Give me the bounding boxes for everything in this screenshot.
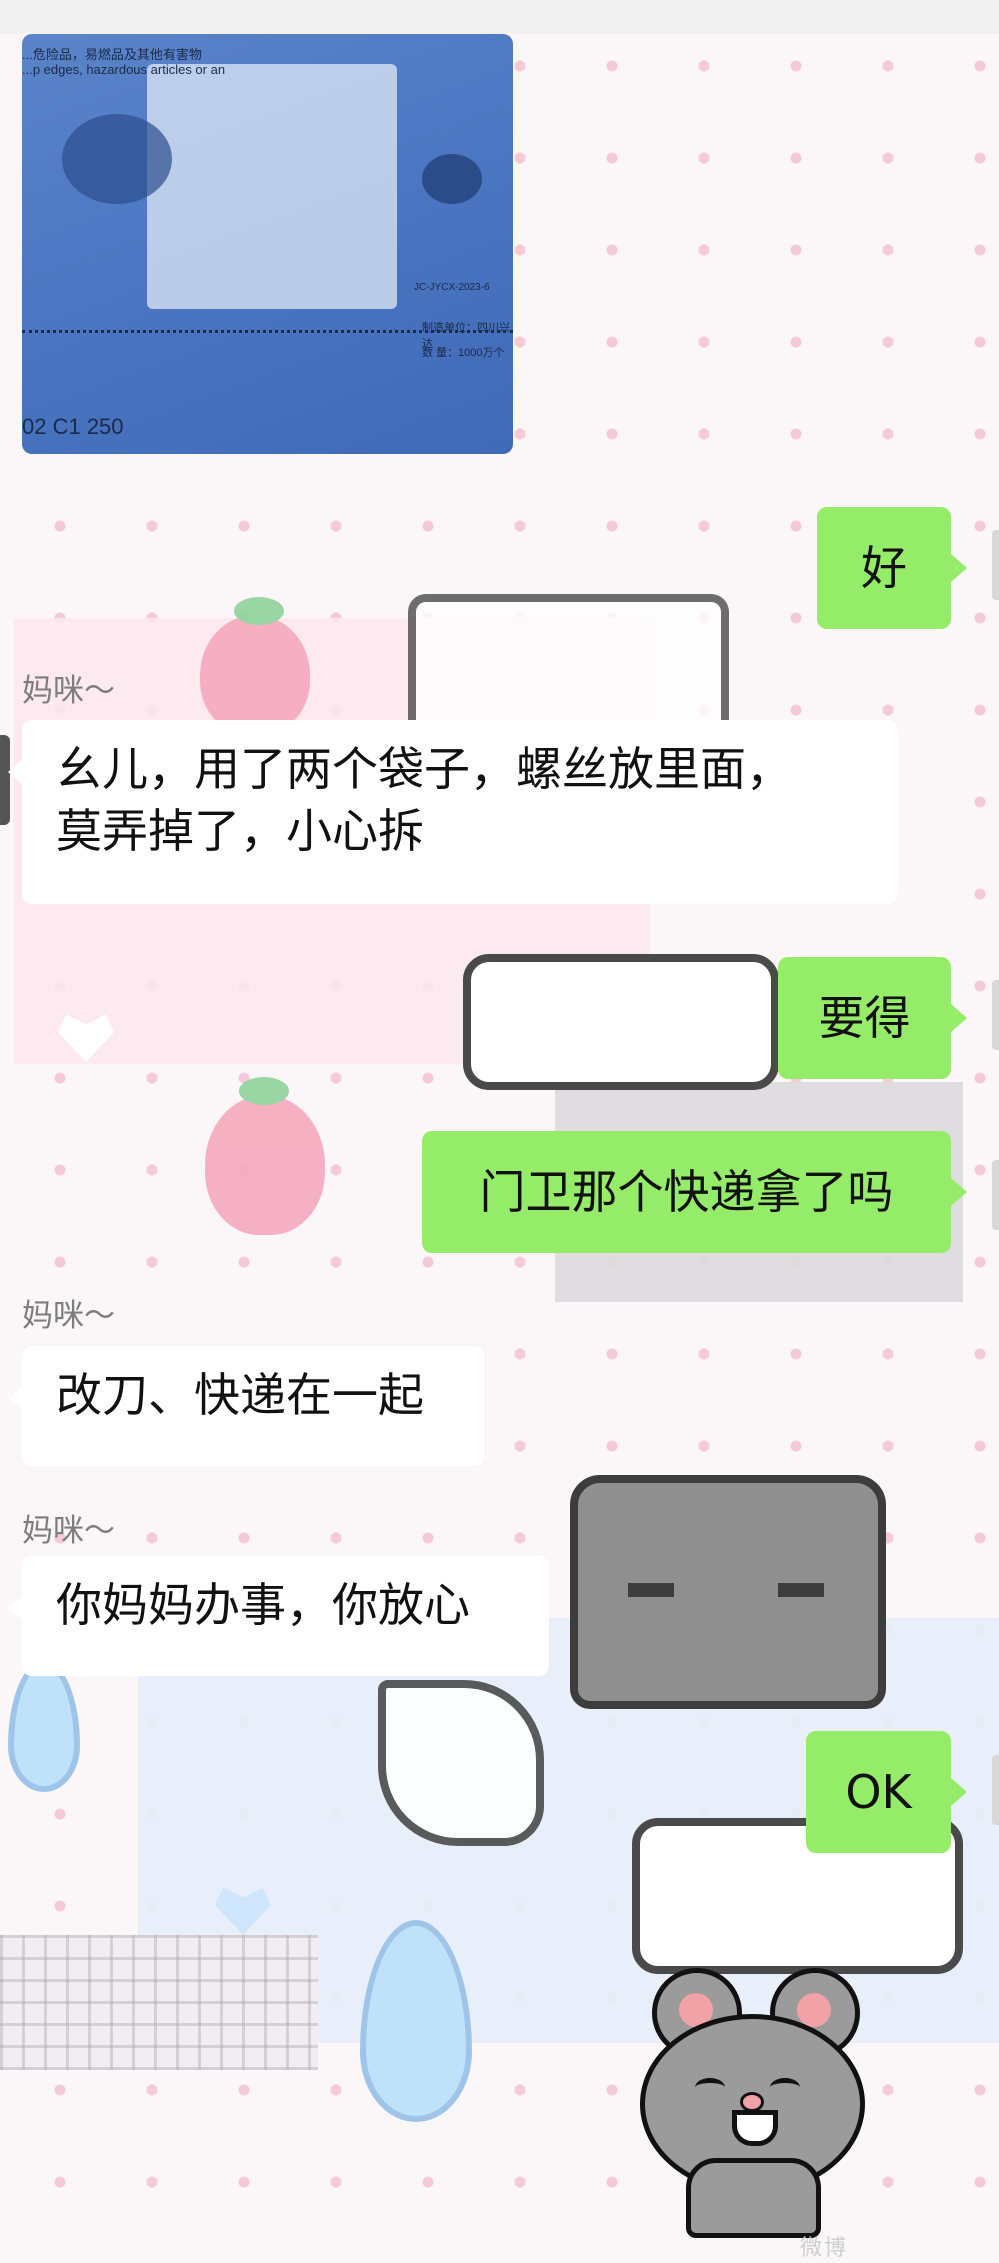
cropped-avatar[interactable] (992, 1755, 999, 1825)
outgoing-message-bubble[interactable]: 要得 (778, 957, 967, 1079)
message-text-line: 幺儿，用了两个袋子，螺丝放里面， (56, 742, 792, 796)
pixel-drop-sticker (8, 1660, 80, 1792)
photo-caption-line: ...p edges, hazardous articles or an (22, 62, 226, 77)
message-text: 门卫那个快递拿了吗 (479, 1165, 894, 1219)
photo-caption-line: ...危险品，易燃品及其他有害物 (22, 47, 202, 62)
plaid-pixel-patch (0, 1935, 318, 2070)
cropped-avatar[interactable] (992, 1160, 999, 1230)
outgoing-message-bubble[interactable]: 好 (817, 507, 967, 629)
message-text: 好 (861, 541, 907, 595)
pixel-gray-cat-sticker (570, 1475, 886, 1709)
pixel-strawberry-sticker (205, 1077, 325, 1235)
message-text: OK (845, 1765, 912, 1819)
photo-tag-text: JC-JYCX-2023-6 (414, 282, 490, 293)
photo-message[interactable]: ...危险品，易燃品及其他有害物 ...p edges, hazardous a… (22, 34, 513, 454)
incoming-message-bubble[interactable]: 幺儿，用了两个袋子，螺丝放里面， 莫弄掉了，小心拆 (8, 720, 898, 904)
photo-code-text: 02 C1 250 (22, 414, 124, 439)
sender-name: 妈咪～ (22, 673, 115, 709)
mouse-sticker-icon (640, 1968, 865, 2238)
sender-name: 妈咪～ (22, 1298, 115, 1334)
cropped-avatar[interactable] (992, 980, 999, 1050)
pixel-wing-sticker (378, 1680, 544, 1846)
photo-label-line: 数 量：1000万个 (422, 347, 505, 359)
incoming-message-bubble[interactable]: 你妈妈办事，你放心 (8, 1556, 549, 1676)
watermark-text: 微博 (800, 2236, 849, 2261)
message-text-line: 改刀、快递在一起 (56, 1368, 424, 1422)
incoming-message-bubble[interactable]: 改刀、快递在一起 (8, 1346, 484, 1466)
outgoing-message-bubble[interactable]: OK (806, 1731, 967, 1853)
sender-name: 妈咪～ (22, 1513, 115, 1549)
status-strip (0, 0, 999, 34)
message-text-line: 你妈妈办事，你放心 (56, 1578, 470, 1632)
outgoing-message-bubble[interactable]: 门卫那个快递拿了吗 (422, 1131, 967, 1253)
cropped-avatar[interactable] (992, 530, 999, 600)
pixel-strawberry-sticker (200, 597, 310, 735)
message-text: 要得 (818, 991, 911, 1045)
message-text-line: 莫弄掉了，小心拆 (56, 804, 424, 858)
pixel-speech-bubble-sticker (463, 954, 779, 1090)
